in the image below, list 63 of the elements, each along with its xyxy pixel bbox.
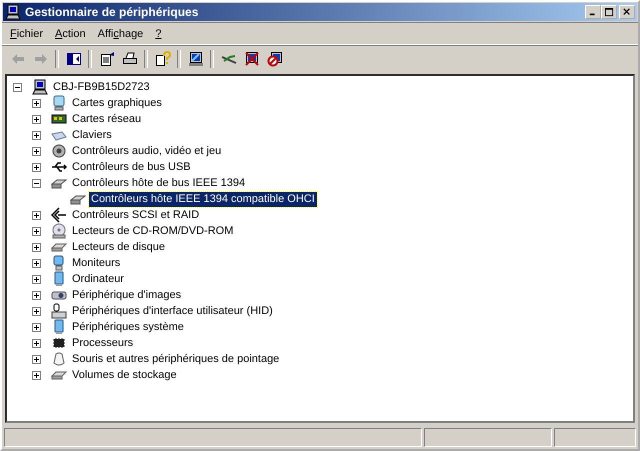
tree-item[interactable]: Claviers: [70, 128, 114, 142]
tree-item[interactable]: Cartes réseau: [70, 112, 144, 126]
expander-icon[interactable]: [32, 130, 41, 140]
forward-arrow-icon: [32, 51, 48, 67]
menu-item[interactable]: Action: [49, 26, 92, 42]
expander-icon[interactable]: [32, 338, 41, 348]
expander-icon[interactable]: [32, 162, 41, 172]
chip-icon: [51, 335, 67, 351]
expander-icon[interactable]: [32, 258, 41, 268]
tree-item[interactable]: Contrôleurs de bus USB: [70, 160, 193, 174]
keyboard-icon: [51, 303, 67, 319]
monitor-icon: [51, 95, 67, 111]
properties-icon: [98, 51, 114, 67]
expander-icon[interactable]: [32, 370, 41, 380]
menu-item[interactable]: Fichier: [4, 26, 50, 42]
tree-item[interactable]: Ordinateur: [70, 272, 126, 286]
tree-item[interactable]: Périphériques d'interface utilisateur (HID): [70, 304, 275, 318]
maximize-icon: [604, 8, 614, 16]
computer-wrench-icon: [188, 51, 204, 67]
computer-icon: [32, 79, 48, 95]
speaker-icon: [51, 143, 67, 159]
tree-item[interactable]: Périphérique d'images: [70, 288, 184, 302]
expander-icon[interactable]: [32, 226, 41, 236]
expander-icon[interactable]: [32, 354, 41, 364]
tree-item[interactable]: Lecteurs de CD-ROM/DVD-ROM: [70, 224, 236, 238]
printer-icon: [122, 51, 138, 67]
window-title: Gestionnaire de périphériques: [25, 5, 200, 19]
disable-icon: [266, 51, 282, 67]
tree-item[interactable]: Cartes graphiques: [70, 96, 164, 110]
tree-item[interactable]: Contrôleurs audio, vidéo et jeu: [70, 144, 224, 158]
expander-icon[interactable]: [32, 114, 41, 124]
close-button[interactable]: [619, 5, 635, 19]
tree-item[interactable]: Souris et autres périphériques de pointage: [70, 352, 282, 366]
tree-item[interactable]: CBJ-FB9B15D2723: [51, 80, 152, 94]
tree-item[interactable]: Moniteurs: [70, 256, 122, 270]
expander-icon[interactable]: [32, 322, 41, 332]
computer-icon: [5, 4, 21, 20]
tree-item[interactable]: Périphériques système: [70, 320, 186, 334]
maximize-button[interactable]: [601, 5, 617, 19]
expander-icon[interactable]: [32, 146, 41, 156]
panel-icon: [66, 51, 82, 67]
help-icon: [154, 51, 170, 67]
expander-icon[interactable]: [32, 210, 41, 220]
expander-icon[interactable]: [32, 274, 41, 284]
menu-item[interactable]: Affichage: [92, 26, 150, 42]
expander-icon[interactable]: [32, 178, 41, 188]
menu-item[interactable]: ?: [149, 26, 168, 42]
expander-icon[interactable]: [32, 290, 41, 300]
expander-icon[interactable]: [32, 242, 41, 252]
expander-icon[interactable]: [32, 98, 41, 108]
cross-icon: [244, 51, 260, 67]
tree-item[interactable]: Contrôleurs hôte IEEE 1394 compatible OHCI: [89, 192, 317, 206]
expander-icon[interactable]: [32, 306, 41, 316]
expander-icon[interactable]: [13, 82, 22, 92]
tree-item[interactable]: Lecteurs de disque: [70, 240, 167, 254]
tree-item[interactable]: Processeurs: [70, 336, 136, 350]
close-icon: [623, 8, 631, 16]
tree-item[interactable]: Contrôleurs SCSI et RAID: [70, 208, 202, 222]
mouse-icon: [51, 351, 67, 367]
minimize-button[interactable]: [585, 5, 601, 19]
tree-item[interactable]: Contrôleurs hôte de bus IEEE 1394: [70, 176, 248, 190]
tree-item[interactable]: Volumes de stockage: [70, 368, 179, 382]
disc-icon: [51, 223, 67, 239]
